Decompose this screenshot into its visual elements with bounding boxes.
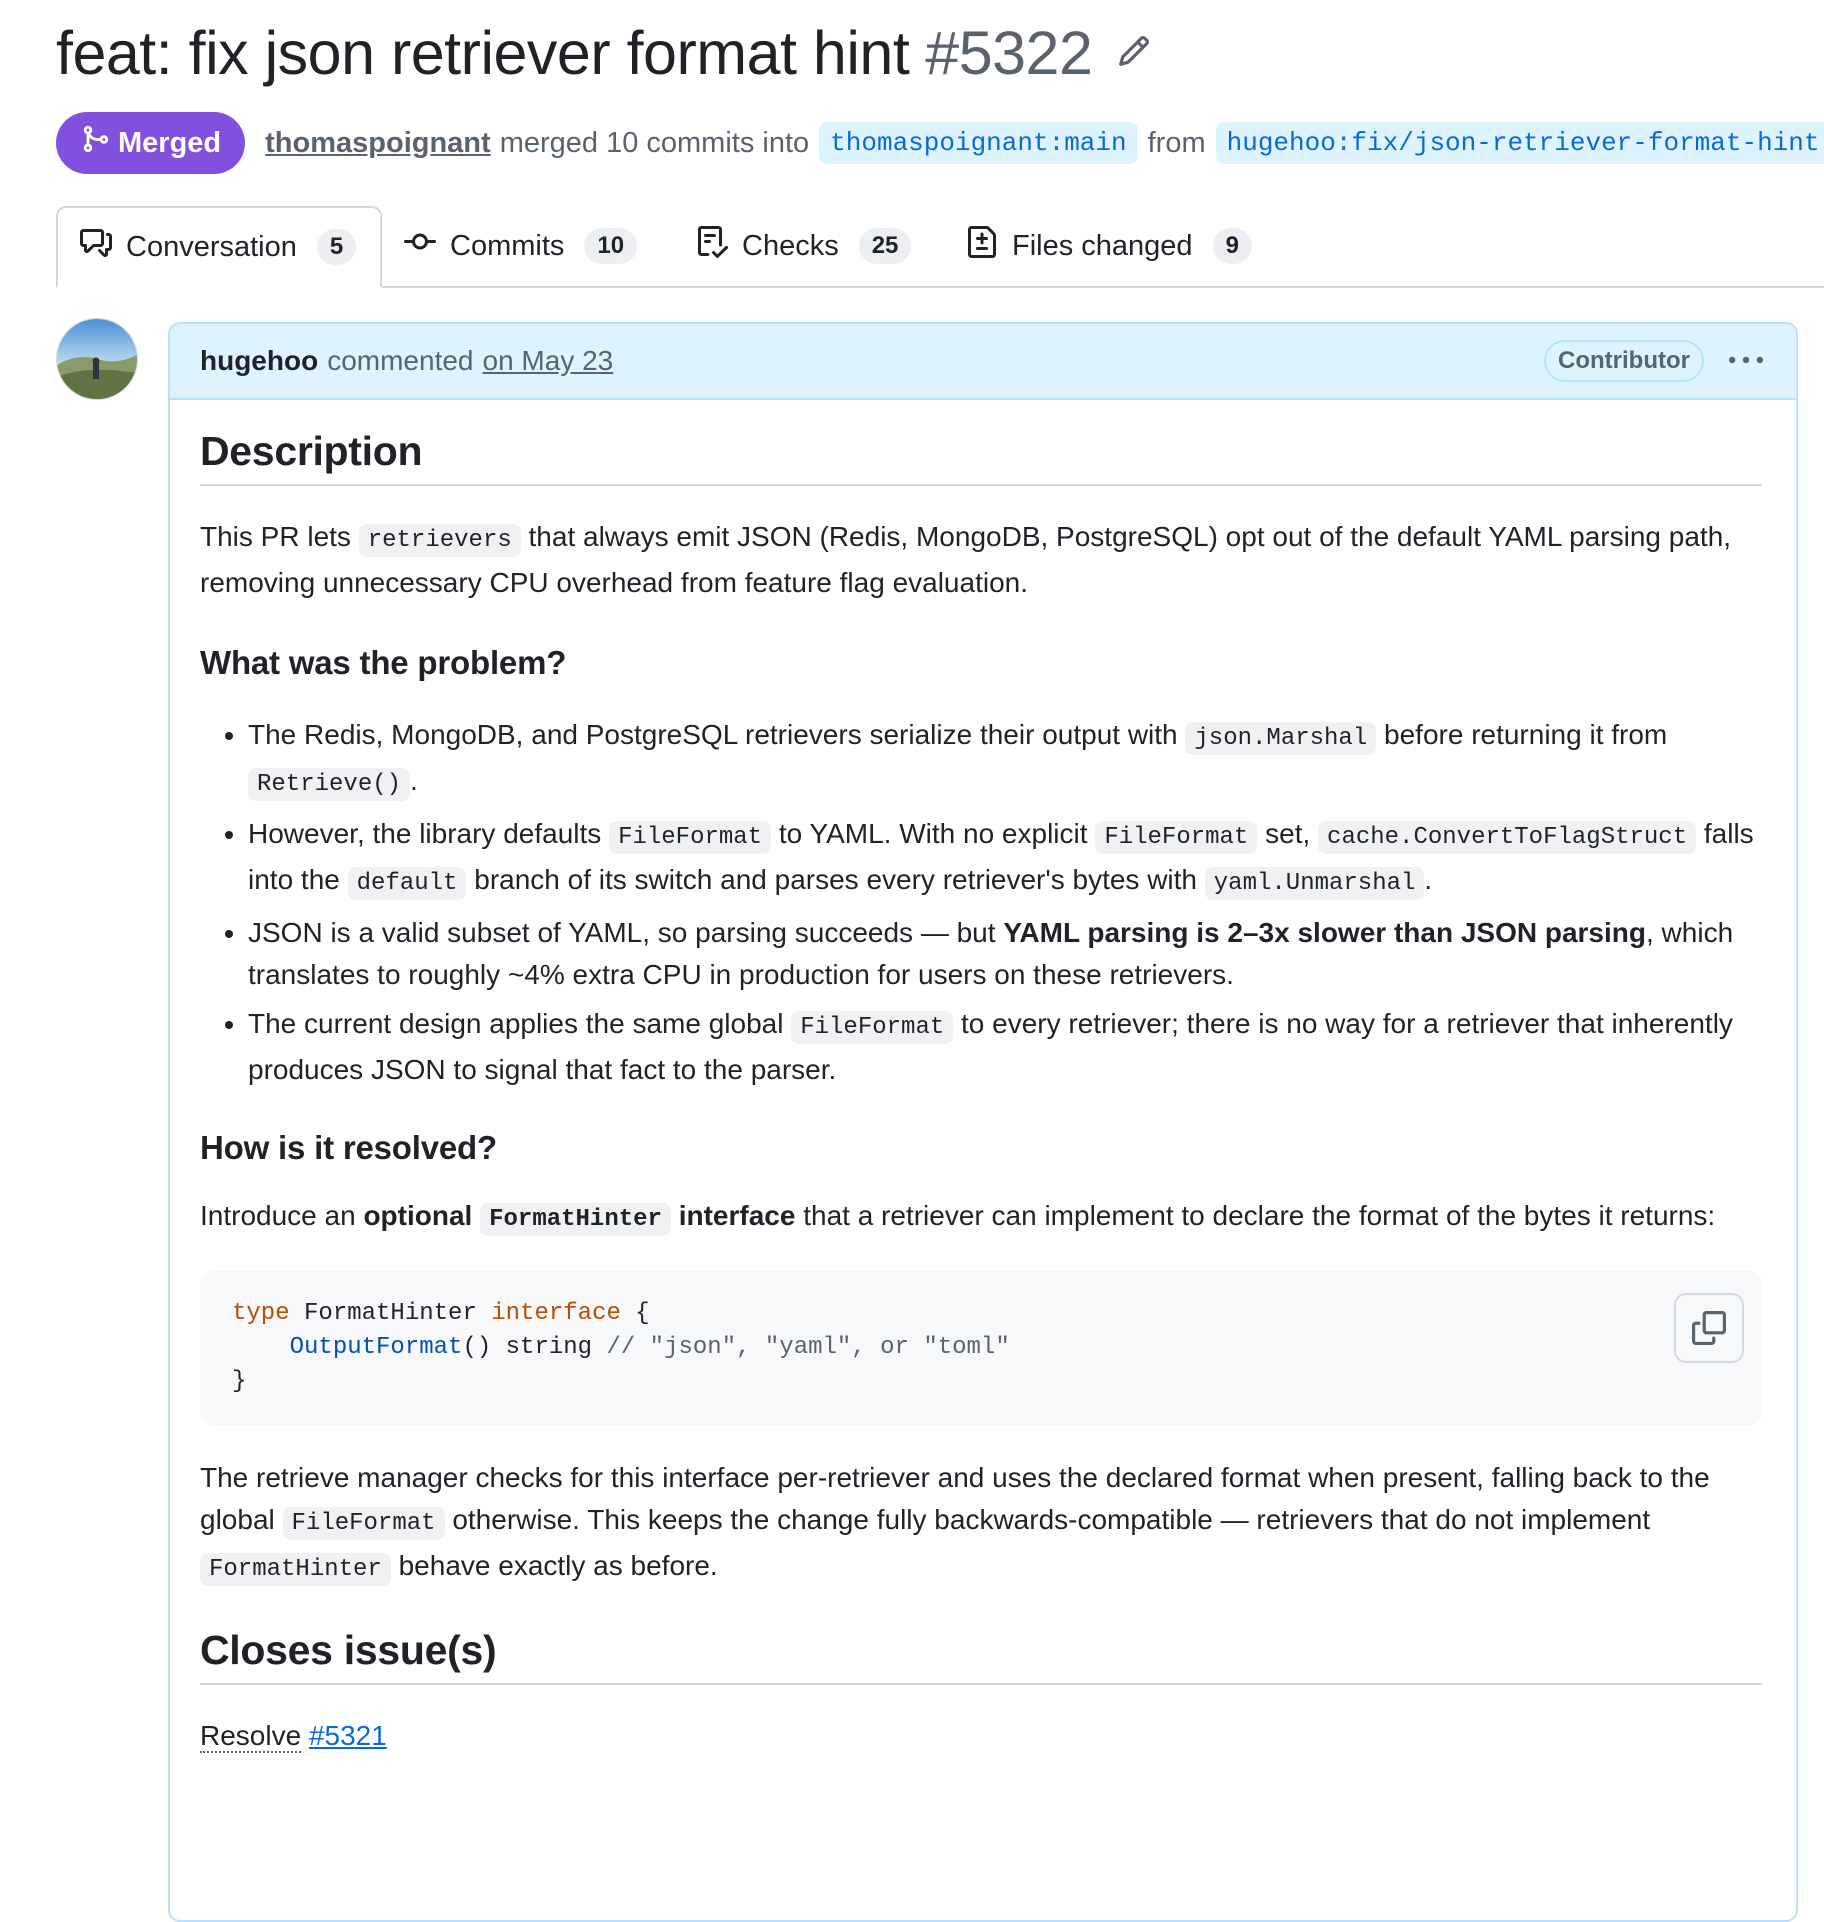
merged-state-badge: Merged xyxy=(56,112,246,174)
pr-tabs: Conversation 5 Commits 10 Checks 25 File… xyxy=(56,206,1824,288)
base-branch-link[interactable]: thomaspoignant:main xyxy=(819,122,1138,164)
comment-timestamp-link[interactable]: on May 23 xyxy=(483,345,614,377)
merger-link[interactable]: thomaspoignant xyxy=(265,127,491,160)
merge-summary: thomaspoignant merged 10 commits into th… xyxy=(265,122,1824,164)
pr-title-row: feat: fix json retriever format hint #532… xyxy=(56,18,1154,88)
issue-link[interactable]: #5321 xyxy=(309,1720,387,1751)
comment-author-link[interactable]: hugehoo xyxy=(200,345,318,377)
tab-conversation-count: 5 xyxy=(316,229,357,265)
tab-conversation-label: Conversation xyxy=(126,230,297,263)
comment-header: hugehoo commented on May 23 Contributor xyxy=(170,324,1796,400)
tab-checks-label: Checks xyxy=(742,229,839,262)
list-item: The Redis, MongoDB, and PostgreSQL retri… xyxy=(248,714,1762,806)
resolved-paragraph: Introduce an optional FormatHinter inter… xyxy=(200,1195,1762,1241)
kebab-horizontal-icon xyxy=(1729,356,1763,364)
file-diff-icon xyxy=(966,226,998,266)
comment-body: Description This PR lets retrievers that… xyxy=(200,398,1762,1757)
comment-verb: commented xyxy=(327,345,474,376)
tab-files-changed[interactable]: Files changed 9 xyxy=(944,206,1274,286)
contributor-badge: Contributor xyxy=(1544,340,1704,382)
heading-description: Description xyxy=(200,430,1762,486)
copy-code-button[interactable] xyxy=(1674,1293,1744,1363)
comment-options-button[interactable] xyxy=(1726,344,1766,378)
pr-title-text: feat: fix json retriever format hint xyxy=(56,19,910,87)
description-paragraph: This PR lets retrievers that always emit… xyxy=(200,521,1732,598)
pr-number: #5322 xyxy=(925,19,1093,87)
git-merge-icon xyxy=(80,124,110,162)
resolved-paragraph-2: The retrieve manager checks for this int… xyxy=(200,1457,1762,1591)
list-item: The current design applies the same glob… xyxy=(248,1003,1762,1091)
tab-checks-count: 25 xyxy=(858,228,912,264)
tab-commits-label: Commits xyxy=(450,229,565,262)
code-retrievers: retrievers xyxy=(358,524,521,557)
comment-box: hugehoo commented on May 23 Contributor … xyxy=(168,322,1798,1922)
pencil-icon xyxy=(1117,34,1151,73)
head-branch-link[interactable]: hugehoo:fix/json-retriever-format-hint xyxy=(1215,122,1824,164)
merge-text: merged 10 commits into xyxy=(499,126,810,159)
pr-meta-row: Merged thomaspoignant merged 10 commits … xyxy=(56,112,1824,174)
resolve-line: Resolve #5321 xyxy=(200,1715,1762,1757)
from-text: from xyxy=(1147,126,1206,159)
comment-discussion-icon xyxy=(80,227,112,267)
tab-commits-count: 10 xyxy=(584,228,638,264)
tab-files-changed-label: Files changed xyxy=(1012,229,1193,262)
copy-icon xyxy=(1692,1311,1726,1345)
heading-closes-issues: Closes issue(s) xyxy=(200,1629,1762,1685)
tab-conversation[interactable]: Conversation 5 xyxy=(56,206,382,288)
tab-checks[interactable]: Checks 25 xyxy=(674,206,933,286)
avatar[interactable] xyxy=(56,318,138,400)
heading-resolved: How is it resolved? xyxy=(200,1129,497,1166)
git-commit-icon xyxy=(404,226,436,266)
merged-state-label: Merged xyxy=(118,126,222,159)
tab-commits[interactable]: Commits 10 xyxy=(382,206,659,286)
edit-title-button[interactable] xyxy=(1114,33,1154,73)
pr-title: feat: fix json retriever format hint #532… xyxy=(56,18,1093,88)
list-item: However, the library defaults FileFormat… xyxy=(248,813,1762,905)
checklist-icon xyxy=(696,226,729,266)
list-item: JSON is a valid subset of YAML, so parsi… xyxy=(248,912,1762,996)
code-block: type FormatHinter interface { OutputForm… xyxy=(200,1271,1762,1425)
problem-list: The Redis, MongoDB, and PostgreSQL retri… xyxy=(200,714,1762,1091)
tab-files-changed-count: 9 xyxy=(1212,228,1252,264)
heading-problem: What was the problem? xyxy=(200,644,567,681)
resolve-text: Resolve xyxy=(200,1720,302,1753)
